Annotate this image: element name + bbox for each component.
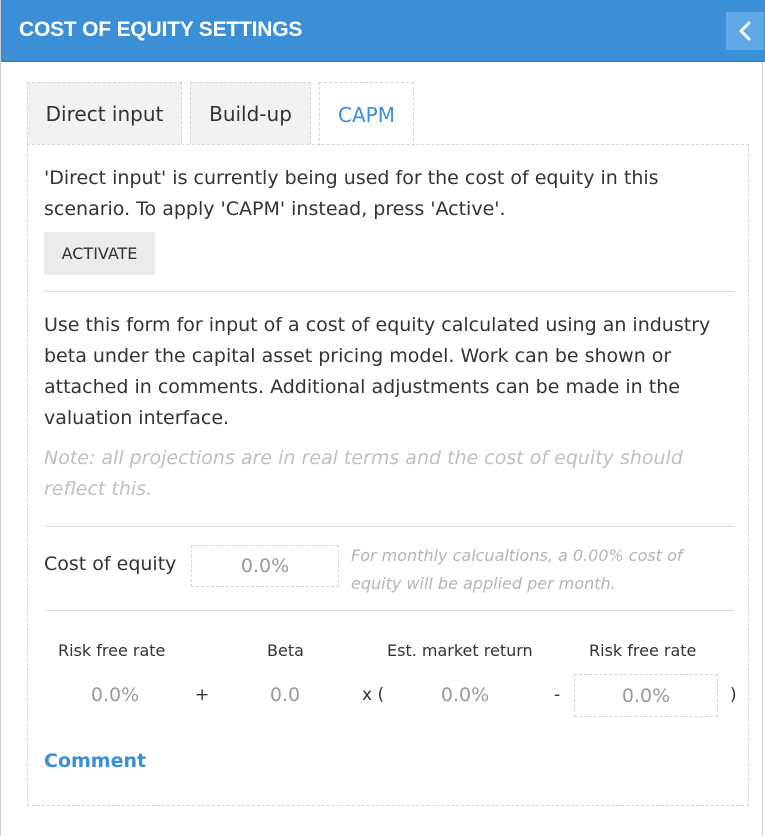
cost-of-equity-panel: COST OF EQUITY SETTINGS Direct input Bui… — [0, 0, 765, 836]
panel-title: COST OF EQUITY SETTINGS — [19, 18, 303, 41]
comment-link[interactable]: Comment — [44, 750, 146, 772]
cost-of-equity-label: Cost of equity — [44, 553, 177, 575]
beta-input[interactable]: 0.0 — [214, 674, 356, 716]
divider — [44, 610, 734, 611]
close-paren: ) — [730, 685, 737, 705]
tab-capm[interactable]: CAPM — [319, 82, 414, 146]
capm-tab-content: 'Direct input' is currently being used f… — [27, 144, 749, 806]
risk-free-rate-input[interactable]: 0.0% — [44, 674, 186, 716]
status-message: 'Direct input' is currently being used f… — [44, 167, 659, 220]
plus-operator: + — [195, 685, 210, 705]
form-description: Use this form for input of a cost of equ… — [44, 314, 711, 429]
tab-build-up[interactable]: Build-up — [190, 82, 311, 144]
panel-header: COST OF EQUITY SETTINGS — [1, 0, 765, 62]
risk-free-rate-2-input[interactable]: 0.0% — [574, 674, 718, 717]
multiply-open-operator: x ( — [362, 685, 385, 705]
divider — [44, 526, 734, 527]
divider — [44, 291, 734, 292]
chevron-left-icon — [739, 21, 751, 41]
activate-button[interactable]: ACTIVATE — [44, 232, 155, 275]
collapse-button[interactable] — [726, 12, 764, 50]
minus-operator: - — [554, 685, 561, 705]
real-terms-note: Note: all projections are in real terms … — [44, 447, 683, 500]
cost-of-equity-input[interactable]: 0.0% — [191, 545, 339, 587]
risk-free-rate-label: Risk free rate — [58, 641, 166, 660]
beta-label: Beta — [267, 641, 304, 660]
monthly-hint: For monthly calcualtions, a 0.00% cost o… — [351, 546, 683, 593]
market-return-label: Est. market return — [387, 641, 533, 660]
tab-direct-input[interactable]: Direct input — [27, 82, 182, 144]
market-return-input[interactable]: 0.0% — [394, 674, 536, 716]
risk-free-rate-2-label: Risk free rate — [589, 641, 697, 660]
